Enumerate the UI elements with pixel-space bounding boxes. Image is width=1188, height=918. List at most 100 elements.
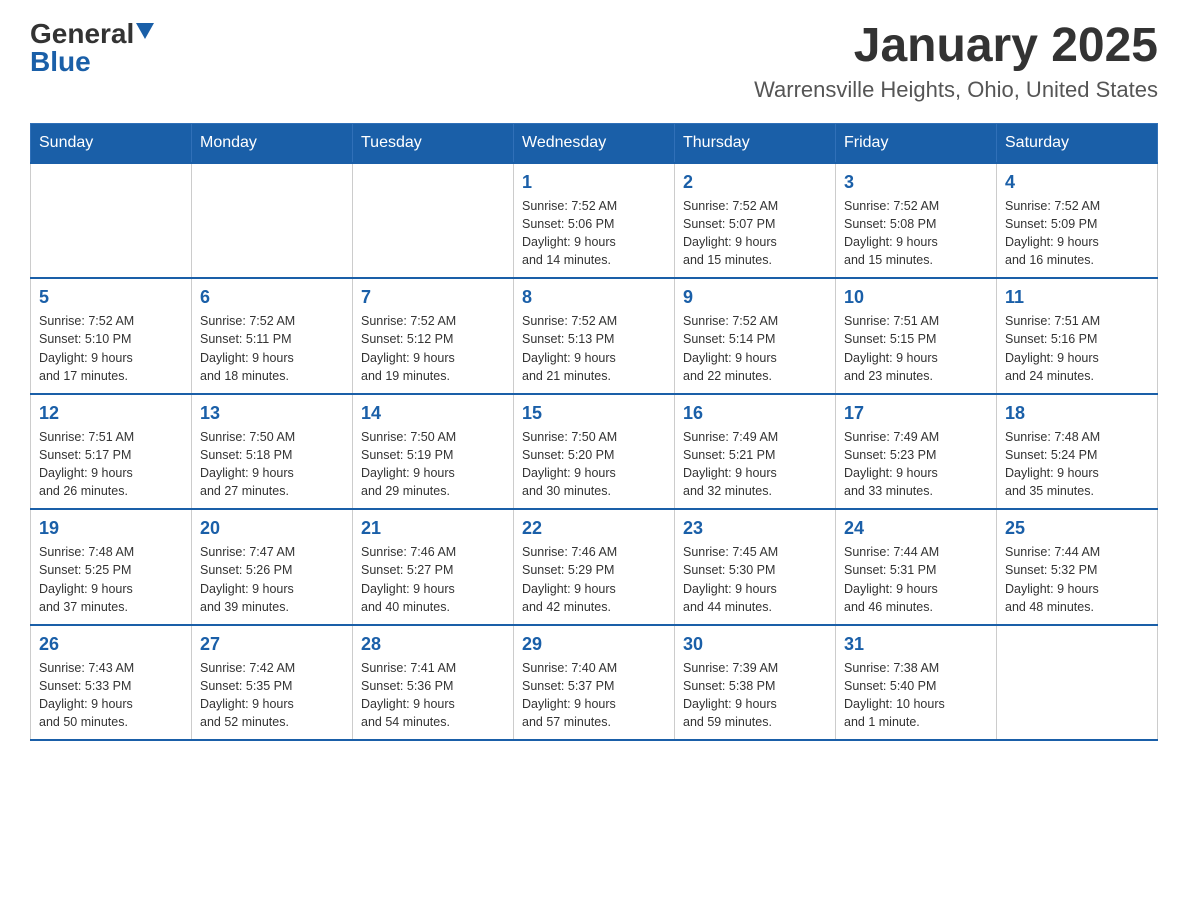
- day-number: 19: [39, 518, 183, 539]
- day-info: Sunrise: 7:51 AM Sunset: 5:17 PM Dayligh…: [39, 428, 183, 501]
- day-info: Sunrise: 7:48 AM Sunset: 5:24 PM Dayligh…: [1005, 428, 1149, 501]
- logo-general-text: General: [30, 20, 134, 48]
- calendar-cell: 26 Sunrise: 7:43 AM Sunset: 5:33 PM Dayli…: [31, 625, 192, 741]
- calendar-week-2: 5 Sunrise: 7:52 AM Sunset: 5:10 PM Daylig…: [31, 278, 1158, 394]
- logo: General Blue: [30, 20, 154, 76]
- calendar-cell: 5 Sunrise: 7:52 AM Sunset: 5:10 PM Daylig…: [31, 278, 192, 394]
- day-number: 24: [844, 518, 988, 539]
- logo-arrow-icon: [136, 23, 154, 41]
- logo-blue-text: Blue: [30, 48, 91, 76]
- calendar-cell: 20 Sunrise: 7:47 AM Sunset: 5:26 PM Dayli…: [192, 509, 353, 625]
- day-info: Sunrise: 7:52 AM Sunset: 5:10 PM Dayligh…: [39, 312, 183, 385]
- day-number: 30: [683, 634, 827, 655]
- title-section: January 2025 Warrensville Heights, Ohio,…: [754, 20, 1158, 103]
- month-title: January 2025: [754, 20, 1158, 73]
- day-info: Sunrise: 7:44 AM Sunset: 5:31 PM Dayligh…: [844, 543, 988, 616]
- calendar-cell: 24 Sunrise: 7:44 AM Sunset: 5:31 PM Dayli…: [836, 509, 997, 625]
- calendar-cell: [353, 163, 514, 279]
- day-info: Sunrise: 7:48 AM Sunset: 5:25 PM Dayligh…: [39, 543, 183, 616]
- day-info: Sunrise: 7:52 AM Sunset: 5:12 PM Dayligh…: [361, 312, 505, 385]
- day-info: Sunrise: 7:49 AM Sunset: 5:23 PM Dayligh…: [844, 428, 988, 501]
- calendar-cell: [192, 163, 353, 279]
- location-title: Warrensville Heights, Ohio, United State…: [754, 77, 1158, 103]
- day-number: 31: [844, 634, 988, 655]
- day-info: Sunrise: 7:38 AM Sunset: 5:40 PM Dayligh…: [844, 659, 988, 732]
- calendar-cell: 6Sunrise: 7:52 AM Sunset: 5:11 PM Daylig…: [192, 278, 353, 394]
- day-info: Sunrise: 7:40 AM Sunset: 5:37 PM Dayligh…: [522, 659, 666, 732]
- day-number: 14: [361, 403, 505, 424]
- day-info: Sunrise: 7:39 AM Sunset: 5:38 PM Dayligh…: [683, 659, 827, 732]
- day-info: Sunrise: 7:52 AM Sunset: 5:07 PM Dayligh…: [683, 197, 827, 270]
- day-info: Sunrise: 7:52 AM Sunset: 5:08 PM Dayligh…: [844, 197, 988, 270]
- calendar-cell: 14 Sunrise: 7:50 AM Sunset: 5:19 PM Dayli…: [353, 394, 514, 510]
- day-number: 21: [361, 518, 505, 539]
- calendar-cell: 27Sunrise: 7:42 AM Sunset: 5:35 PM Dayli…: [192, 625, 353, 741]
- calendar-cell: 2 Sunrise: 7:52 AM Sunset: 5:07 PM Daylig…: [675, 163, 836, 279]
- day-info: Sunrise: 7:52 AM Sunset: 5:06 PM Dayligh…: [522, 197, 666, 270]
- day-info: Sunrise: 7:46 AM Sunset: 5:29 PM Dayligh…: [522, 543, 666, 616]
- calendar-cell: 18 Sunrise: 7:48 AM Sunset: 5:24 PM Dayli…: [997, 394, 1158, 510]
- calendar-cell: 11 Sunrise: 7:51 AM Sunset: 5:16 PM Dayli…: [997, 278, 1158, 394]
- day-number: 23: [683, 518, 827, 539]
- day-info: Sunrise: 7:43 AM Sunset: 5:33 PM Dayligh…: [39, 659, 183, 732]
- calendar-week-4: 19 Sunrise: 7:48 AM Sunset: 5:25 PM Dayli…: [31, 509, 1158, 625]
- day-info: Sunrise: 7:49 AM Sunset: 5:21 PM Dayligh…: [683, 428, 827, 501]
- calendar-cell: [997, 625, 1158, 741]
- calendar-header-saturday: Saturday: [997, 123, 1158, 163]
- calendar-cell: 31 Sunrise: 7:38 AM Sunset: 5:40 PM Dayli…: [836, 625, 997, 741]
- day-number: 3: [844, 172, 988, 193]
- day-number: 10: [844, 287, 988, 308]
- day-number: 27: [200, 634, 344, 655]
- day-number: 4: [1005, 172, 1149, 193]
- day-number: 26: [39, 634, 183, 655]
- calendar-week-3: 12 Sunrise: 7:51 AM Sunset: 5:17 PM Dayli…: [31, 394, 1158, 510]
- day-number: 17: [844, 403, 988, 424]
- calendar-cell: 17 Sunrise: 7:49 AM Sunset: 5:23 PM Dayli…: [836, 394, 997, 510]
- calendar-cell: 10 Sunrise: 7:51 AM Sunset: 5:15 PM Dayli…: [836, 278, 997, 394]
- day-number: 2: [683, 172, 827, 193]
- day-number: 28: [361, 634, 505, 655]
- day-info: Sunrise: 7:41 AM Sunset: 5:36 PM Dayligh…: [361, 659, 505, 732]
- day-number: 5: [39, 287, 183, 308]
- day-number: 20: [200, 518, 344, 539]
- calendar-cell: 19 Sunrise: 7:48 AM Sunset: 5:25 PM Dayli…: [31, 509, 192, 625]
- calendar-cell: 7 Sunrise: 7:52 AM Sunset: 5:12 PM Daylig…: [353, 278, 514, 394]
- day-number: 16: [683, 403, 827, 424]
- day-info: Sunrise: 7:46 AM Sunset: 5:27 PM Dayligh…: [361, 543, 505, 616]
- day-info: Sunrise: 7:51 AM Sunset: 5:16 PM Dayligh…: [1005, 312, 1149, 385]
- day-number: 1: [522, 172, 666, 193]
- day-info: Sunrise: 7:52 AM Sunset: 5:11 PM Dayligh…: [200, 312, 344, 385]
- calendar-week-5: 26 Sunrise: 7:43 AM Sunset: 5:33 PM Dayli…: [31, 625, 1158, 741]
- day-info: Sunrise: 7:50 AM Sunset: 5:19 PM Dayligh…: [361, 428, 505, 501]
- day-number: 11: [1005, 287, 1149, 308]
- calendar-cell: 15Sunrise: 7:50 AM Sunset: 5:20 PM Dayli…: [514, 394, 675, 510]
- day-info: Sunrise: 7:51 AM Sunset: 5:15 PM Dayligh…: [844, 312, 988, 385]
- day-info: Sunrise: 7:47 AM Sunset: 5:26 PM Dayligh…: [200, 543, 344, 616]
- calendar-cell: 25Sunrise: 7:44 AM Sunset: 5:32 PM Dayli…: [997, 509, 1158, 625]
- calendar-cell: 22 Sunrise: 7:46 AM Sunset: 5:29 PM Dayli…: [514, 509, 675, 625]
- calendar-cell: 1 Sunrise: 7:52 AM Sunset: 5:06 PM Daylig…: [514, 163, 675, 279]
- day-info: Sunrise: 7:52 AM Sunset: 5:13 PM Dayligh…: [522, 312, 666, 385]
- day-number: 18: [1005, 403, 1149, 424]
- calendar-cell: 23 Sunrise: 7:45 AM Sunset: 5:30 PM Dayli…: [675, 509, 836, 625]
- calendar-cell: 12 Sunrise: 7:51 AM Sunset: 5:17 PM Dayli…: [31, 394, 192, 510]
- calendar-cell: 4Sunrise: 7:52 AM Sunset: 5:09 PM Daylig…: [997, 163, 1158, 279]
- day-number: 7: [361, 287, 505, 308]
- day-info: Sunrise: 7:52 AM Sunset: 5:14 PM Dayligh…: [683, 312, 827, 385]
- calendar-cell: 30 Sunrise: 7:39 AM Sunset: 5:38 PM Dayli…: [675, 625, 836, 741]
- calendar-cell: 16 Sunrise: 7:49 AM Sunset: 5:21 PM Dayli…: [675, 394, 836, 510]
- calendar-header-monday: Monday: [192, 123, 353, 163]
- calendar-cell: 21 Sunrise: 7:46 AM Sunset: 5:27 PM Dayli…: [353, 509, 514, 625]
- calendar-cell: 29Sunrise: 7:40 AM Sunset: 5:37 PM Dayli…: [514, 625, 675, 741]
- day-number: 13: [200, 403, 344, 424]
- day-number: 25: [1005, 518, 1149, 539]
- day-number: 22: [522, 518, 666, 539]
- day-info: Sunrise: 7:45 AM Sunset: 5:30 PM Dayligh…: [683, 543, 827, 616]
- calendar-table: SundayMondayTuesdayWednesdayThursdayFrid…: [30, 123, 1158, 742]
- day-info: Sunrise: 7:50 AM Sunset: 5:18 PM Dayligh…: [200, 428, 344, 501]
- page-header: General Blue January 2025 Warrensville H…: [30, 20, 1158, 103]
- calendar-cell: 8Sunrise: 7:52 AM Sunset: 5:13 PM Daylig…: [514, 278, 675, 394]
- day-number: 15: [522, 403, 666, 424]
- day-number: 12: [39, 403, 183, 424]
- calendar-header-thursday: Thursday: [675, 123, 836, 163]
